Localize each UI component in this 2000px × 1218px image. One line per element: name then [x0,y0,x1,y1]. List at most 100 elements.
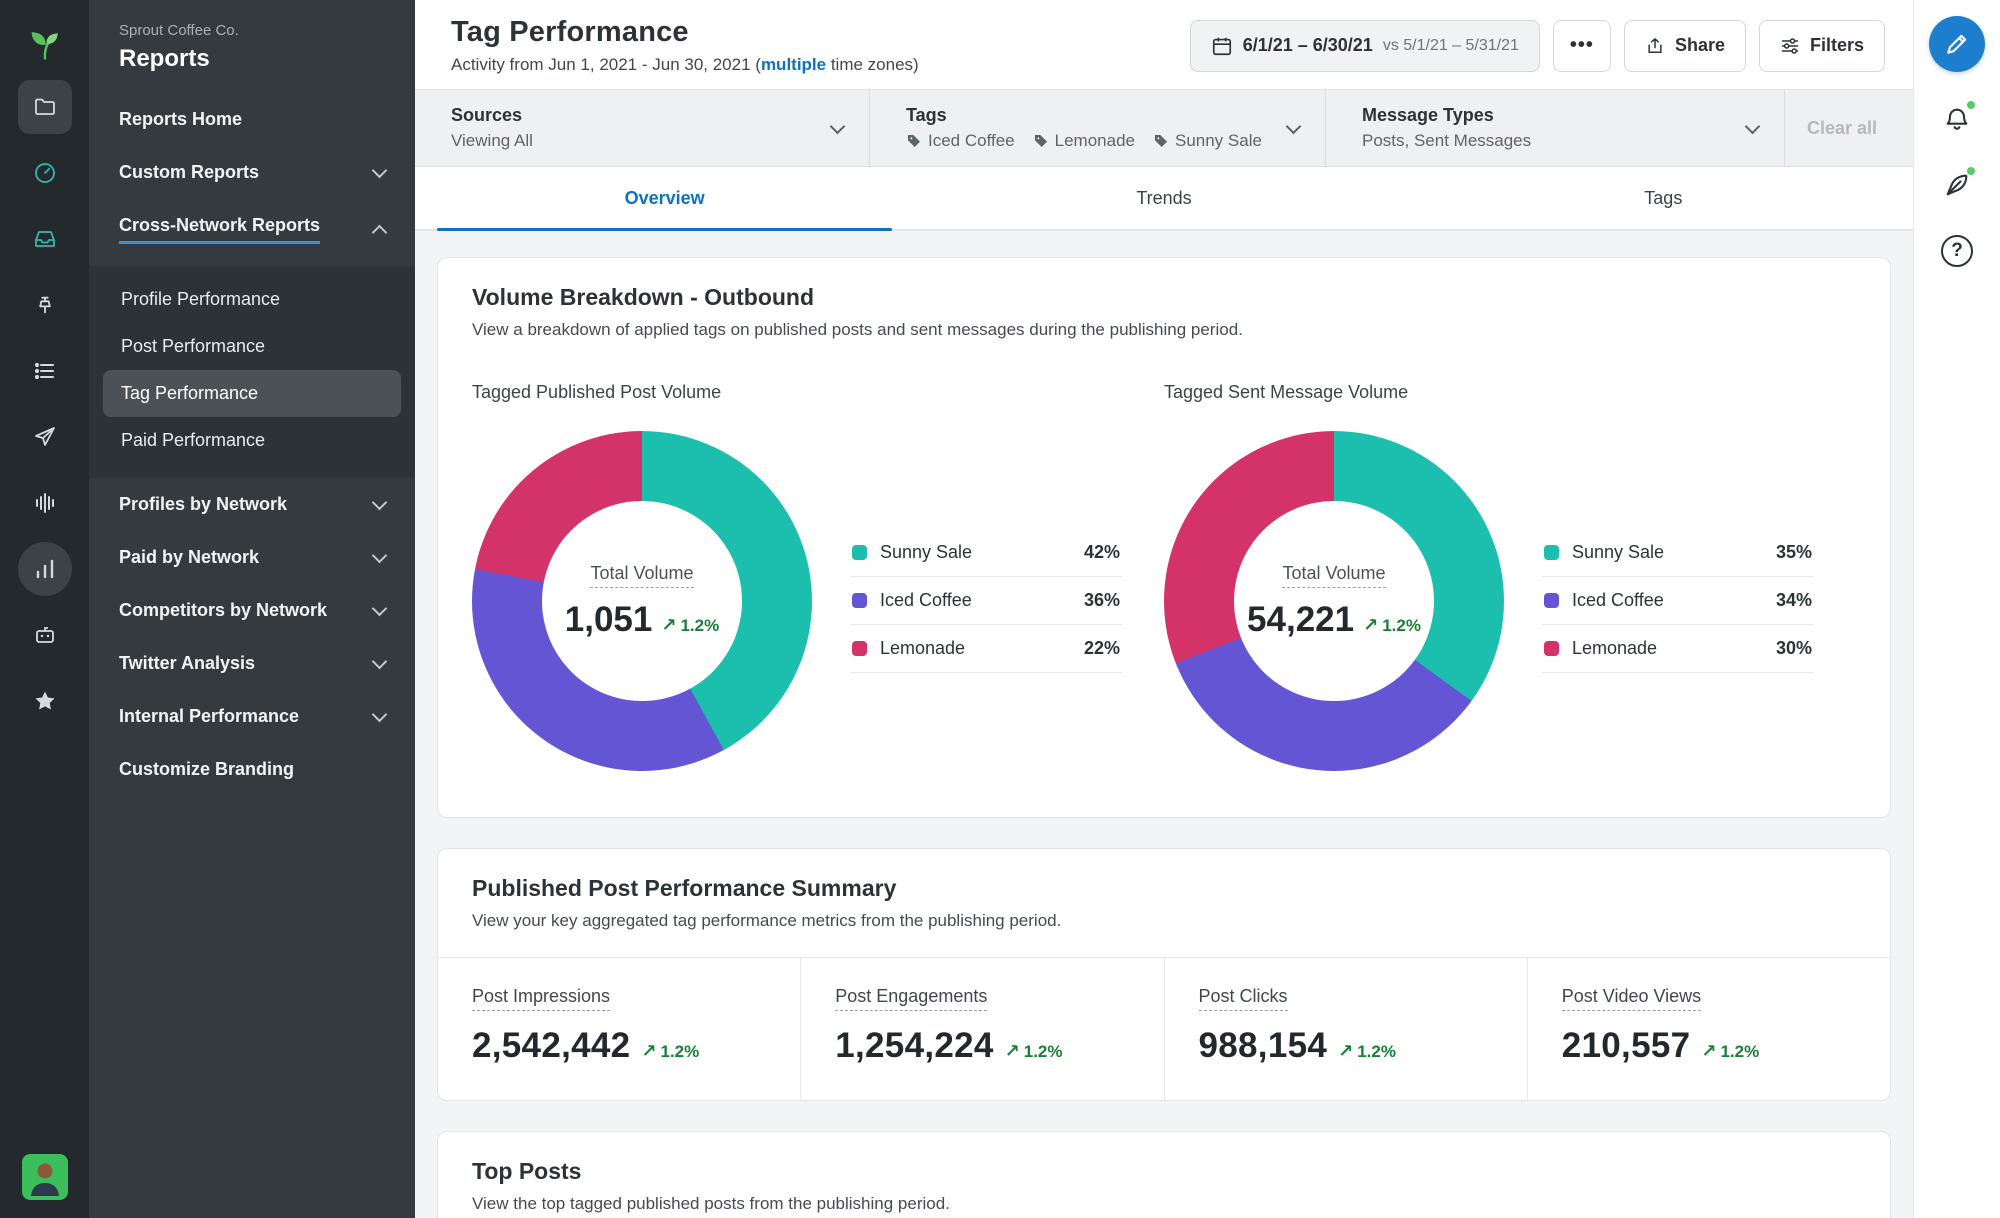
sidebar-item-tag-performance[interactable]: Tag Performance [103,370,401,417]
legend-percent: 42% [1083,542,1120,562]
legend-percent: 22% [1083,638,1120,658]
tag-chip-label: Sunny Sale [1174,131,1262,150]
change-value: 1.2% [1357,1042,1396,1061]
legend-label: Iced Coffee [1572,590,1664,610]
sidebar-item-cross-network-reports[interactable]: Cross-Network Reports [89,199,415,260]
page-header: Tag Performance Activity from Jun 1, 202… [415,0,1913,89]
filter-bar: Sources Viewing All Tags Iced Coffee Lem… [415,89,1913,167]
card-description: View your key aggregated tag performance… [472,911,1062,930]
cross-network-subnav: Profile Performance Post Performance Tag… [89,266,415,478]
chevron-up-icon [371,224,388,241]
feed-list-icon[interactable] [18,344,72,398]
sidebar-item-paid-performance[interactable]: Paid Performance [103,417,401,464]
tab-trends[interactable]: Trends [914,167,1413,229]
report-scroll-area[interactable]: Volume Breakdown - Outbound View a break… [415,231,1913,1218]
metric-value: 988,154 [1198,1026,1328,1065]
metric-post-impressions[interactable]: Post Impressions 2,542,442 ↗ 1.2% [438,958,800,1100]
increase-arrow-icon: ↗ [661,614,677,635]
sprout-logo-icon[interactable] [27,16,63,74]
user-avatar[interactable] [21,1154,68,1200]
legend-label: Iced Coffee [880,590,972,610]
tag-icon [1154,135,1167,147]
change-value: 1.2% [660,1042,700,1061]
legend-swatch [1544,593,1559,608]
legend-percent: 35% [1775,542,1812,562]
total-volume-label: Total Volume [590,563,694,588]
clear-all-button[interactable]: Clear all [1807,118,1877,139]
company-name: Sprout Coffee Co. [119,22,239,39]
sidebar-item-customize-branding[interactable]: Customize Branding [89,743,415,796]
chevron-down-icon [371,547,388,564]
sidebar-item-label: Internal Performance [119,706,300,726]
legend-item[interactable]: Sunny Sale 42% [850,529,1122,577]
metric-post-engagements[interactable]: Post Engagements 1,254,224 ↗ 1.2% [800,958,1163,1100]
sidebar-item-custom-reports[interactable]: Custom Reports [89,146,415,199]
sidebar-item-competitors-by-network[interactable]: Competitors by Network [89,584,415,637]
metric-value: 2,542,442 [472,1026,631,1065]
legend-item[interactable]: Lemonade 30% [1542,625,1814,673]
sidebar-item-label: Cross-Network Reports [119,215,321,244]
sidebar-item-internal-performance[interactable]: Internal Performance [89,690,415,743]
sidebar-item-reports-home[interactable]: Reports Home [89,93,415,146]
legend-swatch [852,545,867,560]
calendar-icon [1211,35,1233,57]
compose-button[interactable] [1929,16,1985,72]
notifications-bell-icon[interactable] [1932,94,1982,144]
multiple-timezones-link[interactable]: multiple [761,55,826,74]
legend-swatch [1544,641,1559,656]
metric-post-video-views[interactable]: Post Video Views 210,557 ↗ 1.2% [1526,958,1890,1100]
legend-item[interactable]: Sunny Sale 35% [1542,529,1814,577]
dashboard-gauge-icon[interactable] [18,146,72,200]
legend-item[interactable]: Lemonade 22% [850,625,1122,673]
sidebar-item-label: Tag Performance [121,383,259,403]
tab-label: Tags [1644,187,1683,208]
card-description: View a breakdown of applied tags on publ… [472,320,1243,339]
metric-label: Post Video Views [1561,986,1702,1011]
sidebar-item-twitter-analysis[interactable]: Twitter Analysis [89,637,415,690]
publish-paper-plane-icon[interactable] [18,410,72,464]
chart-legend: Sunny Sale 42% Iced Coffee 36% Lemonade … [850,529,1122,673]
legend-swatch [852,593,867,608]
bot-icon[interactable] [18,608,72,662]
card-description: View the top tagged published posts from… [472,1194,950,1213]
date-range-button[interactable]: 6/1/21 – 6/30/21 vs 5/1/21 – 5/31/21 [1189,19,1540,72]
reports-bar-chart-icon[interactable] [17,542,72,596]
sidebar-item-post-performance[interactable]: Post Performance [103,323,401,370]
tab-overview[interactable]: Overview [415,167,914,231]
share-button[interactable]: Share [1623,19,1746,72]
chevron-down-icon [371,706,388,723]
more-options-button[interactable]: ••• [1552,19,1611,72]
sources-filter-dropdown[interactable]: Sources Viewing All [415,90,870,166]
notification-dot [1965,165,1977,177]
total-volume-value: 1,051 [564,599,653,639]
sent-message-volume-chart: Tagged Sent Message Volume Total Volume … [1164,356,1856,771]
change-value: 1.2% [1382,615,1421,635]
chevron-down-icon [371,162,388,179]
whats-new-feather-icon[interactable] [1932,160,1982,210]
legend-item[interactable]: Iced Coffee 36% [850,577,1122,625]
metrics-row: Post Impressions 2,542,442 ↗ 1.2% Post En… [438,957,1890,1100]
inbox-icon[interactable] [18,212,72,266]
page-title: Tag Performance [451,16,689,48]
tags-filter-dropdown[interactable]: Tags Iced Coffee Lemonade Sunny Sale [870,90,1326,166]
sidebar-item-paid-by-network[interactable]: Paid by Network [89,531,415,584]
increase-arrow-icon: ↗ [1363,614,1379,635]
metric-value: 1,254,224 [835,1026,994,1065]
sidebar-item-label: Reports Home [119,109,243,129]
donut-chart-published-posts[interactable]: Total Volume 1,051 ↗ 1.2% [472,431,812,771]
folder-icon[interactable] [17,80,72,134]
listening-waveform-icon[interactable] [18,476,72,530]
donut-chart-sent-messages[interactable]: Total Volume 54,221 ↗ 1.2% [1164,431,1504,771]
sidebar-item-profiles-by-network[interactable]: Profiles by Network [89,478,415,531]
filters-button[interactable]: Filters [1758,19,1885,72]
star-icon[interactable] [18,674,72,728]
metric-post-clicks[interactable]: Post Clicks 988,154 ↗ 1.2% [1163,958,1527,1100]
sidebar-item-profile-performance[interactable]: Profile Performance [103,276,401,323]
pin-icon[interactable] [18,278,72,332]
help-icon[interactable]: ? [1932,226,1982,276]
increase-arrow-icon: ↗ [1004,1041,1020,1061]
chevron-down-icon [1744,118,1761,134]
legend-item[interactable]: Iced Coffee 34% [1542,577,1814,625]
tab-tags[interactable]: Tags [1414,167,1913,229]
message-types-filter-dropdown[interactable]: Message Types Posts, Sent Messages [1326,90,1785,166]
